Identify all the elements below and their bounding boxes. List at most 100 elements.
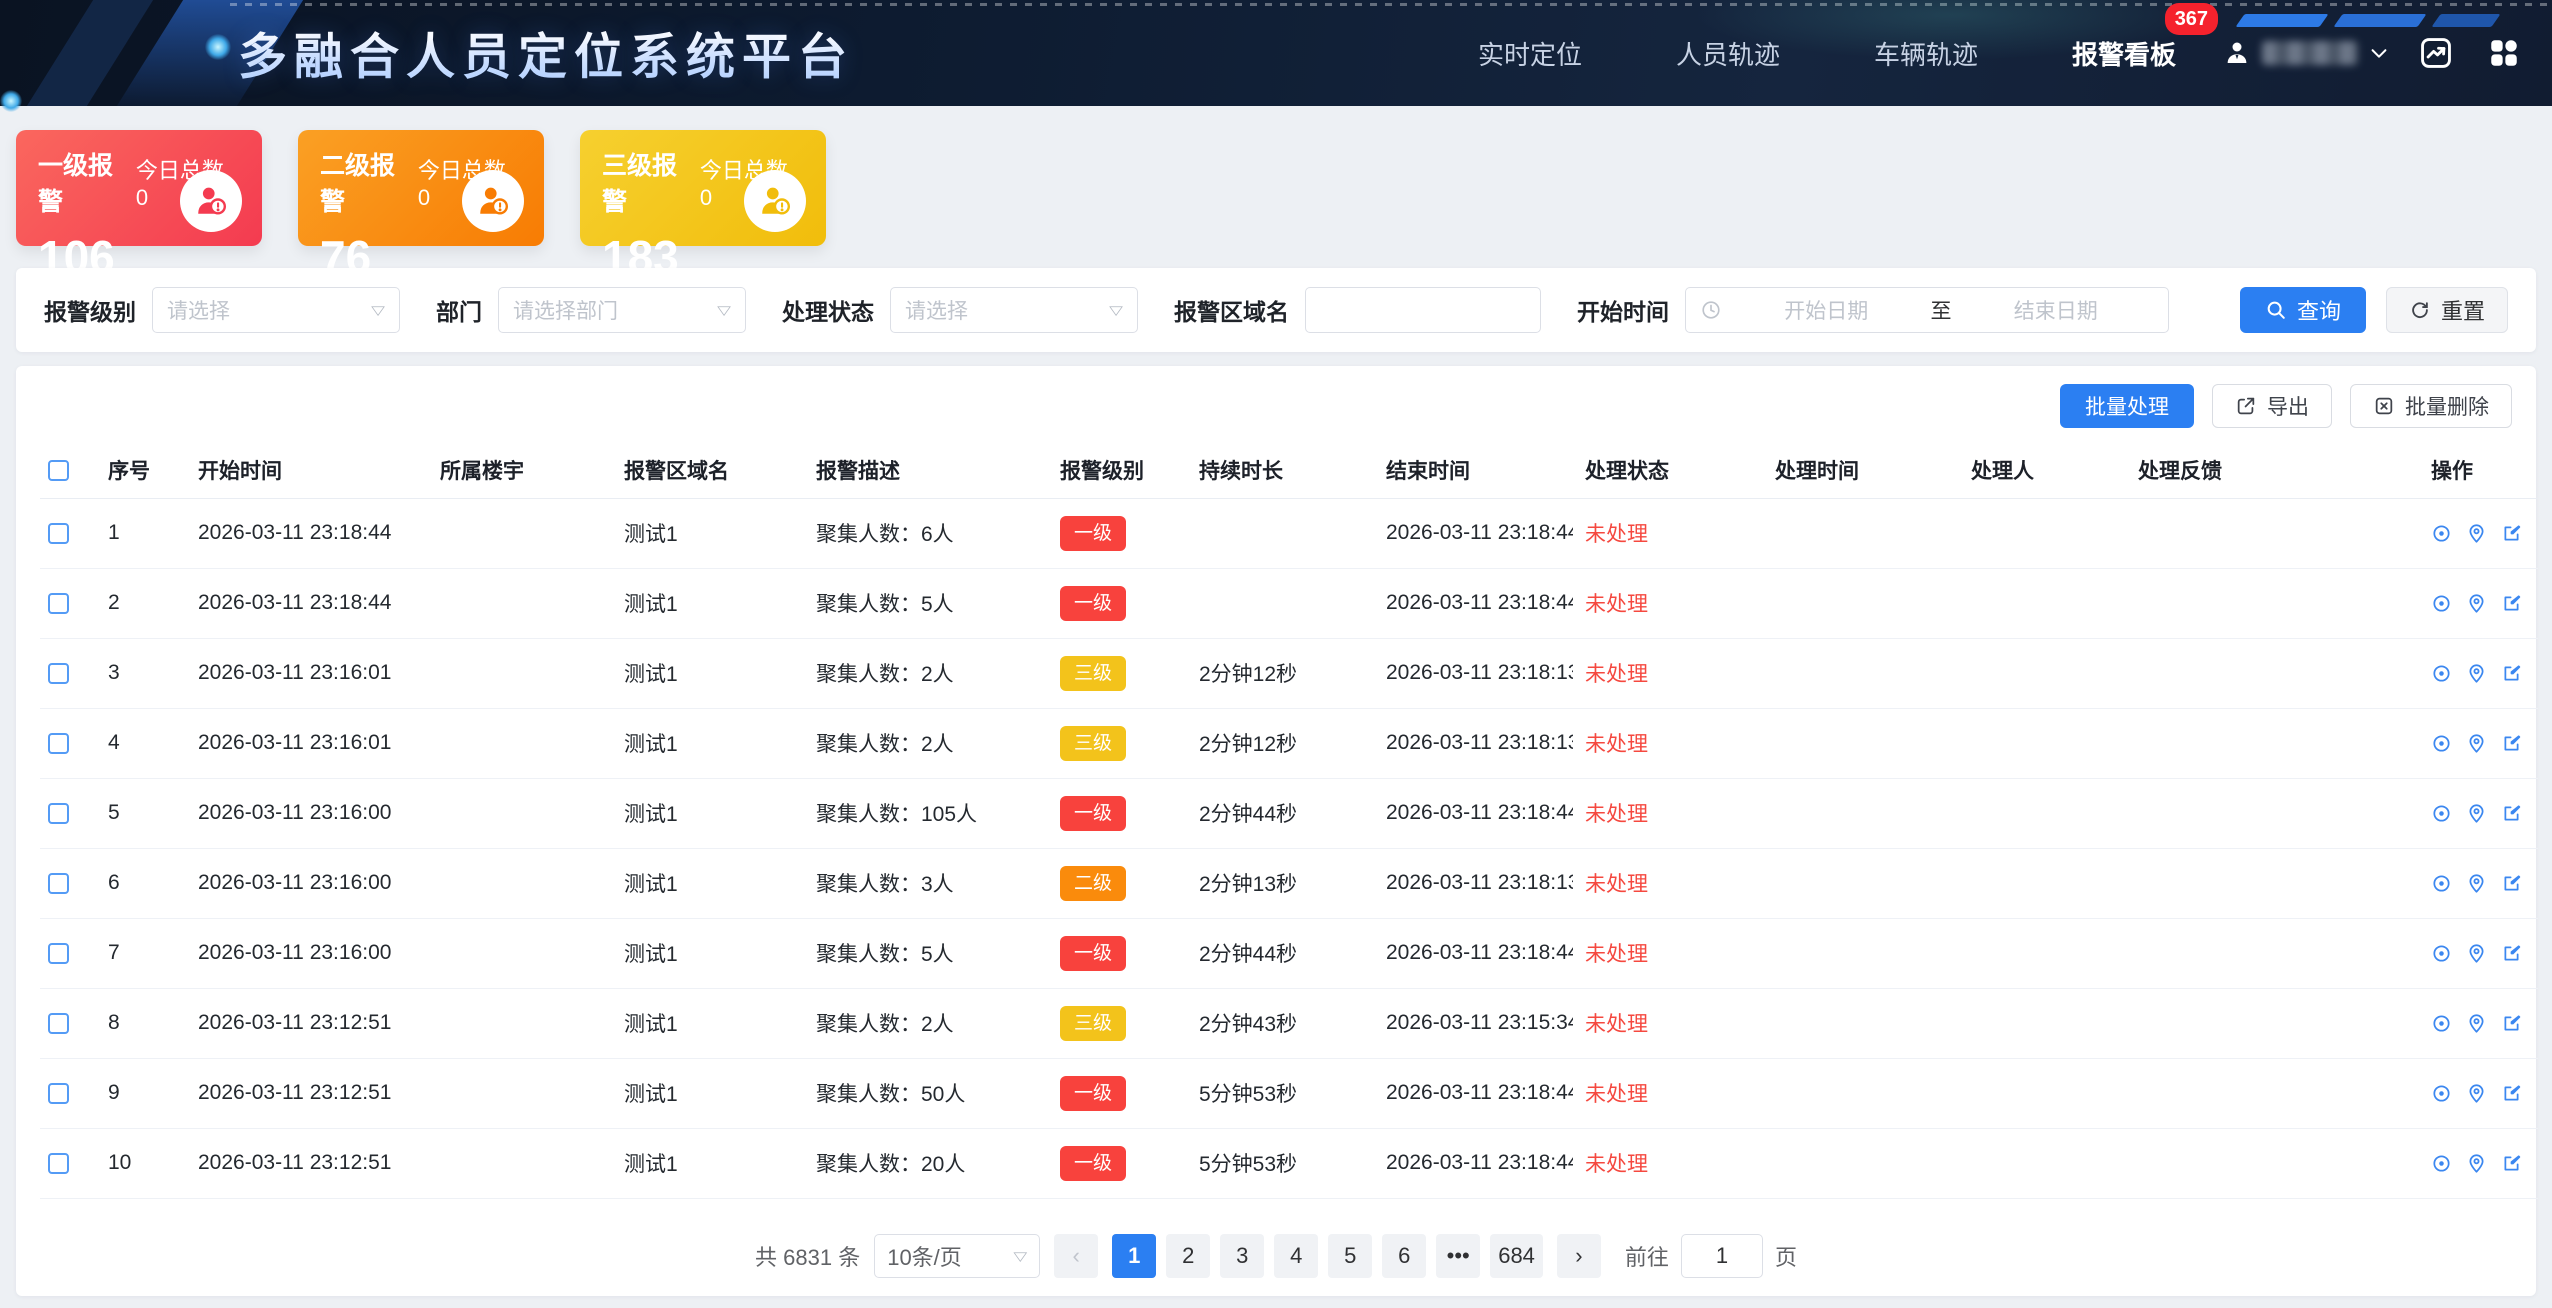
edit-icon[interactable] — [2501, 943, 2522, 964]
filter-time-label: 开始时间 — [1577, 293, 1669, 327]
view-icon[interactable] — [2431, 943, 2452, 964]
page-number-button[interactable]: 1 — [1112, 1234, 1156, 1278]
table-row[interactable]: 6 2026-03-11 23:16:00 测试1 聚集人数：3人 二级 2分钟… — [40, 848, 2538, 918]
search-button[interactable]: 查询 — [2240, 287, 2366, 333]
row-checkbox[interactable] — [48, 593, 69, 614]
user-menu[interactable] — [2222, 38, 2390, 68]
view-icon[interactable] — [2431, 1013, 2452, 1034]
cell-handle-time — [1763, 988, 1959, 1058]
locate-person-icon[interactable] — [2466, 593, 2487, 614]
cell-building — [428, 708, 612, 778]
locate-person-icon[interactable] — [2466, 873, 2487, 894]
cell-handle-time — [1763, 1058, 1959, 1128]
view-icon[interactable] — [2431, 523, 2452, 544]
card-level3-alarm[interactable]: 三级报警 今日总数 0 183 — [580, 130, 826, 246]
page-number-button[interactable]: 6 — [1382, 1234, 1426, 1278]
cell-handle-time — [1763, 778, 1959, 848]
filter-area-input[interactable] — [1305, 287, 1541, 333]
table-row[interactable]: 10 2026-03-11 23:12:51 测试1 聚集人数：20人 一级 5… — [40, 1128, 2538, 1198]
edit-icon[interactable] — [2501, 593, 2522, 614]
page-number-button[interactable]: 684 — [1490, 1234, 1543, 1278]
filter-date-range-picker[interactable]: 开始日期 至 结束日期 — [1685, 287, 2169, 333]
page-size-value: 10条/页 — [887, 1240, 962, 1272]
cell-index: 2 — [96, 568, 186, 638]
table-row[interactable]: 4 2026-03-11 23:16:01 测试1 聚集人数：2人 三级 2分钟… — [40, 708, 2538, 778]
row-checkbox[interactable] — [48, 733, 69, 754]
cell-description: 聚集人数：105人 — [804, 778, 1048, 848]
view-icon[interactable] — [2431, 593, 2452, 614]
locate-person-icon[interactable] — [2466, 523, 2487, 544]
card-level1-alarm[interactable]: 一级报警 今日总数 0 106 — [16, 130, 262, 246]
page-number-button[interactable]: 3 — [1220, 1234, 1264, 1278]
card-level2-alarm[interactable]: 二级报警 今日总数 0 76 — [298, 130, 544, 246]
row-checkbox[interactable] — [48, 523, 69, 544]
batch-delete-label: 批量删除 — [2405, 391, 2489, 421]
table-row[interactable]: 2 2026-03-11 23:18:44 测试1 聚集人数：5人 一级 202… — [40, 568, 2538, 638]
page-size-select[interactable]: 10条/页 ▽ — [874, 1234, 1040, 1278]
page-number-button[interactable]: 5 — [1328, 1234, 1372, 1278]
select-all-checkbox[interactable] — [48, 460, 69, 481]
row-checkbox[interactable] — [48, 1153, 69, 1174]
page-number-button[interactable]: ••• — [1436, 1234, 1480, 1278]
filter-dept-select[interactable]: 请选择部门 ▽ — [498, 287, 746, 333]
batch-process-button[interactable]: 批量处理 — [2060, 384, 2194, 428]
row-checkbox[interactable] — [48, 803, 69, 824]
prev-page-button[interactable]: ‹ — [1054, 1234, 1098, 1278]
locate-person-icon[interactable] — [2466, 1153, 2487, 1174]
table-row[interactable]: 9 2026-03-11 23:12:51 测试1 聚集人数：50人 一级 5分… — [40, 1058, 2538, 1128]
page-number-button[interactable]: 2 — [1166, 1234, 1210, 1278]
row-checkbox[interactable] — [48, 873, 69, 894]
edit-icon[interactable] — [2501, 1153, 2522, 1174]
locate-person-icon[interactable] — [2466, 733, 2487, 754]
table-row[interactable]: 1 2026-03-11 23:18:44 测试1 聚集人数：6人 一级 202… — [40, 498, 2538, 568]
export-button[interactable]: 导出 — [2212, 384, 2332, 428]
export-icon — [2235, 395, 2257, 417]
cell-feedback — [2126, 638, 2419, 708]
table-row[interactable]: 7 2026-03-11 23:16:00 测试1 聚集人数：5人 一级 2分钟… — [40, 918, 2538, 988]
col-area: 报警区域名 — [612, 442, 804, 498]
cell-start-time: 2026-03-11 23:16:01 — [186, 708, 428, 778]
edit-icon[interactable] — [2501, 733, 2522, 754]
page-number-button[interactable]: 4 — [1274, 1234, 1318, 1278]
view-icon[interactable] — [2431, 1153, 2452, 1174]
row-checkbox[interactable] — [48, 663, 69, 684]
view-icon[interactable] — [2431, 803, 2452, 824]
cell-start-time: 2026-03-11 23:16:00 — [186, 918, 428, 988]
locate-person-icon[interactable] — [2466, 663, 2487, 684]
batch-delete-button[interactable]: 批量删除 — [2350, 384, 2512, 428]
nav-item-alarm-board[interactable]: 报警看板 367 — [2072, 35, 2176, 72]
locate-person-icon[interactable] — [2466, 1013, 2487, 1034]
view-icon[interactable] — [2431, 663, 2452, 684]
nav-item-realtime-location[interactable]: 实时定位 — [1478, 35, 1582, 72]
locate-person-icon[interactable] — [2466, 943, 2487, 964]
view-icon[interactable] — [2431, 873, 2452, 894]
table-row[interactable]: 3 2026-03-11 23:16:01 测试1 聚集人数：2人 三级 2分钟… — [40, 638, 2538, 708]
cell-index: 10 — [96, 1128, 186, 1198]
edit-icon[interactable] — [2501, 1083, 2522, 1104]
reset-button[interactable]: 重置 — [2386, 287, 2508, 333]
edit-icon[interactable] — [2501, 803, 2522, 824]
table-row[interactable]: 8 2026-03-11 23:12:51 测试1 聚集人数：2人 三级 2分钟… — [40, 988, 2538, 1058]
row-checkbox[interactable] — [48, 943, 69, 964]
monitor-chart-icon[interactable] — [2414, 31, 2458, 75]
row-checkbox[interactable] — [48, 1083, 69, 1104]
next-page-button[interactable]: › — [1557, 1234, 1601, 1278]
locate-person-icon[interactable] — [2466, 803, 2487, 824]
edit-icon[interactable] — [2501, 663, 2522, 684]
edit-icon[interactable] — [2501, 873, 2522, 894]
table-row[interactable]: 5 2026-03-11 23:16:00 测试1 聚集人数：105人 一级 2… — [40, 778, 2538, 848]
nav-item-vehicle-track[interactable]: 车辆轨迹 — [1874, 35, 1978, 72]
edit-icon[interactable] — [2501, 523, 2522, 544]
filter-level-select[interactable]: 请选择 ▽ — [152, 287, 400, 333]
row-checkbox[interactable] — [48, 1013, 69, 1034]
page-jump-input[interactable]: 1 — [1681, 1234, 1763, 1278]
view-icon[interactable] — [2431, 1083, 2452, 1104]
cell-duration: 5分钟53秒 — [1187, 1128, 1374, 1198]
nav-item-person-track[interactable]: 人员轨迹 — [1676, 35, 1780, 72]
view-icon[interactable] — [2431, 733, 2452, 754]
apps-grid-icon[interactable] — [2482, 31, 2526, 75]
pagination-total: 共 6831 条 — [755, 1240, 860, 1272]
edit-icon[interactable] — [2501, 1013, 2522, 1034]
filter-status-select[interactable]: 请选择 ▽ — [890, 287, 1138, 333]
locate-person-icon[interactable] — [2466, 1083, 2487, 1104]
